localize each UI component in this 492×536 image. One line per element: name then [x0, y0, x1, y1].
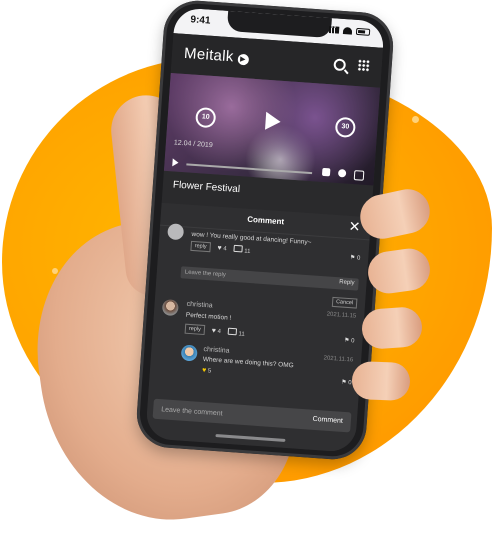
reply-button[interactable]: reply — [184, 323, 206, 336]
heart-icon: ♥ — [217, 244, 222, 252]
settings-icon[interactable] — [337, 168, 347, 178]
comment-date: 2021.11.15 — [326, 311, 357, 320]
comment-actions: reply ♥ 4 11 — [190, 240, 251, 255]
progress-bar[interactable] — [186, 163, 313, 175]
video-player[interactable]: 10 30 12.04 / 2019 — [163, 73, 381, 186]
like-count: 4 — [223, 245, 227, 252]
like-count: 5 — [207, 368, 212, 375]
nested-comment-item: christina 2021.11.16 Where are we doing … — [179, 344, 353, 390]
report-button[interactable]: ⚑ 0 — [341, 379, 352, 387]
chat-icon — [233, 244, 243, 252]
reply-button[interactable]: reply — [190, 240, 211, 253]
comment-text: Perfect motion ! — [185, 311, 232, 322]
chat-icon — [227, 327, 238, 335]
comment-text: Where are we doing this? OMG — [202, 355, 294, 370]
battery-icon — [355, 27, 371, 36]
volume-icon[interactable] — [321, 167, 331, 177]
signal-icon — [328, 25, 340, 34]
avatar[interactable] — [167, 223, 185, 241]
comment-sheet: Comment ✕ wow ! You really good at danci… — [145, 202, 372, 453]
comment-composer: Comment — [152, 398, 352, 433]
wifi-icon — [342, 26, 353, 35]
like-button[interactable]: ♥ 5 — [202, 367, 212, 375]
logo-play-icon: ▶ — [237, 53, 249, 66]
like-button[interactable]: ♥ 4 — [212, 327, 222, 335]
replies-button[interactable]: 11 — [227, 327, 245, 338]
cancel-button[interactable]: Cancel — [331, 296, 358, 309]
play-icon[interactable] — [264, 111, 282, 131]
comment-author: christina — [186, 300, 213, 310]
comment-sheet-title: Comment — [246, 214, 285, 227]
avatar[interactable] — [161, 299, 179, 317]
home-indicator — [215, 434, 286, 442]
comment-submit-button[interactable]: Comment — [312, 416, 343, 425]
flag-count: 0 — [356, 255, 361, 262]
fullscreen-icon[interactable] — [353, 170, 365, 181]
system-icons — [328, 25, 371, 36]
avatar[interactable] — [180, 344, 198, 362]
notch — [226, 10, 332, 39]
reply-input[interactable] — [184, 267, 295, 286]
app-logo[interactable]: Meitalk ▶ — [184, 45, 250, 66]
app-logo-text: Meitalk — [183, 44, 235, 66]
comment-author: christina — [203, 346, 230, 355]
flag-count: 0 — [350, 338, 355, 345]
comment-actions: ♥ 5 — [202, 367, 212, 375]
phone-screen: 9:41 Meitalk ▶ 10 30 12.04 / 2019 Flower… — [145, 7, 385, 453]
reply-submit-button[interactable]: Reply — [339, 279, 355, 286]
small-play-icon[interactable] — [172, 158, 179, 167]
heart-icon: ♥ — [201, 366, 207, 375]
comment-date: 2021.11.16 — [323, 355, 354, 364]
report-button[interactable]: ⚑ 0 — [344, 337, 355, 345]
comment-actions: reply ♥ 4 11 — [184, 323, 246, 338]
replies-button[interactable]: 11 — [233, 244, 251, 255]
heart-icon: ♥ — [211, 327, 217, 335]
like-button[interactable]: ♥ 4 — [217, 244, 227, 252]
video-title: Flower Festival — [172, 179, 241, 196]
hand-finger — [351, 360, 411, 402]
grid-menu-icon[interactable] — [357, 59, 371, 72]
comment-input[interactable] — [160, 404, 262, 422]
decor-dot — [412, 116, 419, 123]
reply-count: 11 — [238, 330, 245, 338]
like-count: 4 — [217, 328, 222, 335]
reply-count: 11 — [244, 248, 251, 255]
report-button[interactable]: ⚑ 0 — [350, 254, 361, 262]
status-time: 9:41 — [190, 14, 211, 27]
close-icon[interactable]: ✕ — [348, 218, 361, 235]
search-icon[interactable] — [333, 58, 347, 72]
